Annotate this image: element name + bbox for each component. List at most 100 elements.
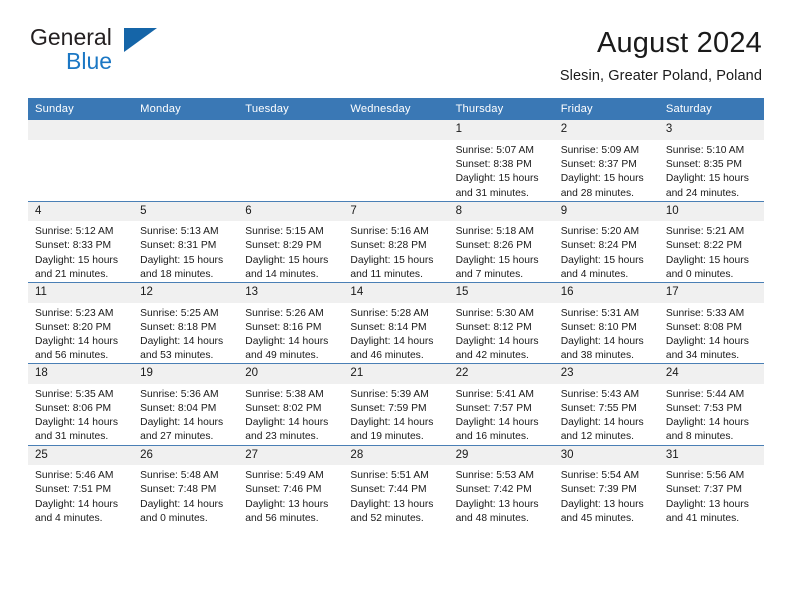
day-number [28, 120, 134, 140]
calendar-day-cell[interactable]: 10 Sunrise: 5:21 AM Sunset: 8:22 PM Dayligh… [658, 200, 764, 283]
day-detail-line: Sunset: 8:16 PM [245, 321, 322, 333]
day-detail-line: Daylight: 14 hours [665, 417, 749, 429]
day-cell-inner: 29 Sunrise: 5:53 AM Sunset: 7:42 PM Dayligh… [448, 445, 554, 526]
day-number: 16 [553, 283, 659, 303]
calendar-day-cell[interactable]: 28 Sunrise: 5:51 AM Sunset: 7:44 PM Dayligh… [343, 444, 449, 526]
calendar-day-cell[interactable]: 13 Sunrise: 5:26 AM Sunset: 8:16 PM Dayligh… [238, 282, 344, 364]
calendar-day-cell[interactable]: 18 Sunrise: 5:35 AM Sunset: 8:06 PM Dayligh… [28, 363, 134, 446]
calendar-day-cell[interactable]: 14 Sunrise: 5:28 AM Sunset: 8:14 PM Dayligh… [343, 282, 449, 364]
day-number: 22 [448, 364, 554, 384]
calendar-day-cell[interactable]: 23 Sunrise: 5:43 AM Sunset: 7:55 PM Dayligh… [553, 363, 659, 446]
day-detail-line: Sunrise: 5:54 AM [560, 470, 640, 482]
day-number [238, 120, 344, 140]
day-detail-line: Daylight: 14 hours [35, 335, 118, 347]
brand-logo[interactable]: General Blue [30, 26, 160, 76]
calendar-day-cell[interactable]: 5 Sunrise: 5:13 AM Sunset: 8:31 PM Daylight… [133, 200, 239, 283]
calendar-day-cell[interactable]: 12 Sunrise: 5:25 AM Sunset: 8:18 PM Dayligh… [133, 282, 239, 364]
day-number: 31 [658, 445, 764, 466]
day-cell-inner: 11 Sunrise: 5:23 AM Sunset: 8:20 PM Dayligh… [28, 283, 134, 364]
calendar-day-cell[interactable]: 11 Sunrise: 5:23 AM Sunset: 8:20 PM Dayligh… [28, 282, 134, 364]
day-detail-line: Sunrise: 5:30 AM [455, 307, 534, 319]
day-cell-inner: 17 Sunrise: 5:33 AM Sunset: 8:08 PM Dayligh… [658, 283, 764, 363]
calendar-day-cell[interactable]: 2 Sunrise: 5:09 AM Sunset: 8:37 PM Daylight… [553, 120, 659, 201]
day-detail-line: and 0 minutes. [665, 268, 734, 280]
calendar-day-cell[interactable]: 22 Sunrise: 5:41 AM Sunset: 7:57 PM Dayligh… [448, 363, 554, 446]
day-detail-line: Sunset: 8:31 PM [140, 240, 217, 252]
calendar-day-cell[interactable]: 9 Sunrise: 5:20 AM Sunset: 8:24 PM Daylight… [553, 200, 659, 283]
day-detail-line: Sunrise: 5:43 AM [560, 388, 640, 400]
day-detail-line: and 12 minutes. [560, 431, 634, 443]
calendar-day-cell[interactable]: 29 Sunrise: 5:53 AM Sunset: 7:42 PM Dayligh… [448, 444, 554, 526]
day-number: 11 [28, 283, 134, 303]
calendar-day-cell[interactable]: 25 Sunrise: 5:46 AM Sunset: 7:51 PM Dayligh… [28, 444, 134, 526]
calendar-week-row: 1 Sunrise: 5:07 AM Sunset: 8:38 PM Daylight… [28, 120, 764, 201]
day-detail-line: Daylight: 14 hours [140, 417, 224, 429]
day-detail-line: Daylight: 15 hours [560, 254, 644, 266]
day-detail-line: and 8 minutes. [665, 431, 734, 443]
calendar-day-cell[interactable]: 19 Sunrise: 5:36 AM Sunset: 8:04 PM Dayligh… [133, 363, 239, 446]
day-detail-line: Daylight: 14 hours [350, 417, 434, 429]
day-sun-details: Sunrise: 5:23 AM Sunset: 8:20 PM Daylight:… [28, 303, 133, 364]
day-detail-line: Sunset: 8:08 PM [665, 321, 742, 333]
day-detail-line: and 48 minutes. [455, 512, 529, 524]
day-detail-line: Sunrise: 5:36 AM [140, 388, 219, 400]
day-detail-line: Sunset: 8:14 PM [350, 321, 427, 333]
day-detail-line: Daylight: 15 hours [665, 173, 749, 185]
calendar-day-cell[interactable]: 1 Sunrise: 5:07 AM Sunset: 8:38 PM Daylight… [448, 120, 554, 201]
calendar-day-cell[interactable]: 30 Sunrise: 5:54 AM Sunset: 7:39 PM Dayligh… [553, 444, 659, 526]
day-number: 6 [238, 201, 344, 222]
calendar-day-cell[interactable]: 21 Sunrise: 5:39 AM Sunset: 7:59 PM Dayligh… [343, 363, 449, 446]
calendar-day-cell[interactable]: 3 Sunrise: 5:10 AM Sunset: 8:35 PM Daylight… [658, 120, 764, 201]
day-cell-inner: 22 Sunrise: 5:41 AM Sunset: 7:57 PM Dayligh… [448, 364, 554, 444]
calendar-day-cell[interactable]: 16 Sunrise: 5:31 AM Sunset: 8:10 PM Dayligh… [553, 282, 659, 364]
weekday-header-tuesday: Tuesday [238, 98, 344, 121]
day-number: 10 [658, 201, 764, 222]
day-sun-details: Sunrise: 5:31 AM Sunset: 8:10 PM Daylight:… [554, 303, 659, 364]
day-number: 18 [28, 364, 134, 384]
calendar-day-cell[interactable]: 7 Sunrise: 5:16 AM Sunset: 8:28 PM Daylight… [343, 200, 449, 283]
day-detail-line: Sunrise: 5:12 AM [35, 226, 114, 238]
calendar-day-cell[interactable]: 4 Sunrise: 5:12 AM Sunset: 8:33 PM Daylight… [28, 200, 134, 283]
day-cell-inner: 9 Sunrise: 5:20 AM Sunset: 8:24 PM Daylight… [553, 201, 659, 282]
calendar-day-cell[interactable]: 31 Sunrise: 5:56 AM Sunset: 7:37 PM Dayligh… [658, 444, 764, 526]
weekday-header-monday: Monday [133, 98, 239, 121]
day-detail-line: Sunset: 7:42 PM [455, 484, 532, 496]
day-cell-inner: 1 Sunrise: 5:07 AM Sunset: 8:38 PM Daylight… [448, 120, 554, 200]
day-detail-line: Sunrise: 5:07 AM [455, 144, 534, 156]
day-detail-line: Sunrise: 5:10 AM [665, 144, 745, 156]
day-detail-line: Sunrise: 5:51 AM [350, 470, 429, 482]
day-sun-details: Sunrise: 5:56 AM Sunset: 7:37 PM Daylight:… [659, 465, 764, 526]
day-detail-line: and 16 minutes. [455, 431, 529, 443]
calendar-day-cell[interactable]: 8 Sunrise: 5:18 AM Sunset: 8:26 PM Daylight… [448, 200, 554, 283]
day-detail-line: Sunrise: 5:49 AM [245, 470, 324, 482]
day-sun-details: Sunrise: 5:15 AM Sunset: 8:29 PM Daylight:… [238, 221, 343, 282]
weekday-header-friday: Friday [553, 98, 659, 121]
day-number: 14 [343, 283, 449, 303]
calendar-day-cell[interactable]: 15 Sunrise: 5:30 AM Sunset: 8:12 PM Dayligh… [448, 282, 554, 364]
day-sun-details: Sunrise: 5:46 AM Sunset: 7:51 PM Daylight:… [28, 465, 133, 526]
day-detail-line: Sunrise: 5:15 AM [245, 226, 324, 238]
day-detail-line: Sunrise: 5:13 AM [140, 226, 219, 238]
day-detail-line: Sunrise: 5:41 AM [455, 388, 534, 400]
day-sun-details: Sunrise: 5:38 AM Sunset: 8:02 PM Daylight:… [238, 384, 343, 445]
day-cell-inner: 25 Sunrise: 5:46 AM Sunset: 7:51 PM Dayligh… [28, 445, 134, 526]
day-number: 8 [448, 201, 554, 222]
day-sun-details: Sunrise: 5:44 AM Sunset: 7:53 PM Daylight:… [659, 384, 764, 445]
day-cell-inner: 21 Sunrise: 5:39 AM Sunset: 7:59 PM Dayligh… [343, 364, 449, 444]
calendar-day-cell[interactable]: 26 Sunrise: 5:48 AM Sunset: 7:48 PM Dayligh… [133, 444, 239, 526]
day-sun-details: Sunrise: 5:53 AM Sunset: 7:42 PM Daylight:… [449, 465, 554, 526]
calendar-day-cell[interactable]: 24 Sunrise: 5:44 AM Sunset: 7:53 PM Dayligh… [658, 363, 764, 446]
calendar-day-cell[interactable]: 17 Sunrise: 5:33 AM Sunset: 8:08 PM Dayligh… [658, 282, 764, 364]
day-cell-inner: 15 Sunrise: 5:30 AM Sunset: 8:12 PM Dayligh… [448, 283, 554, 363]
day-sun-details: Sunrise: 5:21 AM Sunset: 8:22 PM Daylight:… [659, 221, 764, 282]
day-number: 29 [448, 445, 554, 466]
calendar-day-cell[interactable]: 27 Sunrise: 5:49 AM Sunset: 7:46 PM Dayligh… [238, 444, 344, 526]
calendar-day-cell[interactable]: 20 Sunrise: 5:38 AM Sunset: 8:02 PM Dayligh… [238, 363, 344, 446]
day-detail-line: Daylight: 15 hours [560, 173, 644, 185]
day-number: 30 [553, 445, 659, 466]
day-detail-line: Sunrise: 5:56 AM [665, 470, 745, 482]
calendar-day-cell[interactable]: 6 Sunrise: 5:15 AM Sunset: 8:29 PM Daylight… [238, 200, 344, 283]
day-detail-line: Sunrise: 5:23 AM [35, 307, 114, 319]
page-subtitle: Slesin, Greater Poland, Poland [559, 68, 762, 85]
day-cell-inner: 5 Sunrise: 5:13 AM Sunset: 8:31 PM Daylight… [133, 201, 239, 282]
